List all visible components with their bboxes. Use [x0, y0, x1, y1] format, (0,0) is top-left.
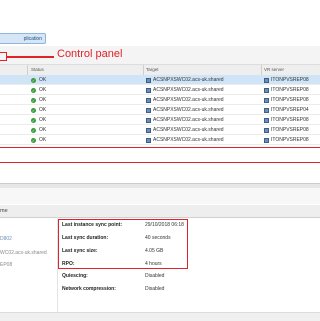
target-text[interactable]: ACSNPXSWC02.acs-uk.shared [153, 127, 224, 133]
server-icon [264, 117, 269, 123]
table-row[interactable]: ✓ OK ACSNPXSWC02.acs-uk.shared ITONPVSREP08 [0, 135, 320, 145]
status-cell: ✓ OK [31, 87, 46, 93]
table-row[interactable]: ✓ OK ACSNPXSWC02.acs-uk.shared ITONPVSREP08 [0, 85, 320, 95]
target-text[interactable]: ACSNPXSWC02.acs-uk.shared [153, 97, 224, 103]
server-icon [146, 127, 151, 133]
status-text: OK [39, 77, 47, 83]
server-icon [264, 77, 269, 83]
table-row[interactable]: ✓ OK ACSNPXSWC02.acs-uk.shared ITONPVSREP04 [0, 105, 320, 115]
server-icon [264, 137, 269, 143]
target-cell: ACSNPXSWC02.acs-uk.shared [146, 87, 224, 93]
status-cell: ✓ OK [31, 107, 46, 113]
target-host: WC02.acs-uk.shared [0, 250, 47, 256]
table-row[interactable]: ✓ OK ACSNPXSWC02.acs-uk.shared ITONPVSREP08 [0, 95, 320, 105]
vm-name[interactable]: D802 [0, 236, 12, 242]
target-cell: ACSNPXSWC02.acs-uk.shared [146, 127, 224, 133]
vr-server-cell: ITONPVSREP08 [264, 97, 309, 103]
target-text[interactable]: ACSNPXSWC02.acs-uk.shared [153, 77, 224, 83]
server-icon [146, 77, 151, 83]
status-text: OK [39, 107, 47, 113]
vr-server-text[interactable]: ITONPVSREP04 [271, 107, 309, 113]
target-text[interactable]: ACSNPXSWC02.acs-uk.shared [153, 137, 224, 143]
details-title: me [0, 208, 8, 214]
column-header-vr-server[interactable]: VR server [264, 67, 284, 72]
vr-server: EP08 [0, 262, 13, 268]
ok-check-icon: ✓ [31, 117, 36, 123]
target-cell: ACSNPXSWC02.acs-uk.shared [146, 97, 224, 103]
target-text[interactable]: ACSNPXSWC02.acs-uk.shared [153, 107, 224, 113]
status-text: OK [39, 97, 47, 103]
column-divider[interactable] [143, 65, 144, 75]
replication-tab[interactable]: plication [0, 33, 46, 44]
property-label: Network compression: [62, 286, 116, 292]
status-cell: ✓ OK [31, 137, 46, 143]
server-icon [146, 107, 151, 113]
status-cell: ✓ OK [31, 117, 46, 123]
property-value: Disabled [145, 273, 165, 279]
vr-server-cell: ITONPVSREP04 [264, 107, 309, 113]
ok-check-icon: ✓ [31, 97, 36, 103]
highlight-box-sync-info [58, 219, 188, 269]
vr-server-text[interactable]: ITONPVSREP08 [271, 137, 309, 143]
property-value: Disabled [145, 286, 165, 292]
property-label: Quiescing: [62, 273, 88, 279]
vr-server-text[interactable]: ITONPVSREP08 [271, 97, 309, 103]
target-cell: ACSNPXSWC02.acs-uk.shared [146, 117, 224, 123]
server-icon [146, 117, 151, 123]
vr-server-text[interactable]: ITONPVSREP08 [271, 127, 309, 133]
status-cell: ✓ OK [31, 77, 46, 83]
control-panel-highlight [0, 52, 7, 61]
top-area [0, 0, 320, 30]
vr-server-text[interactable]: ITONPVSREP08 [271, 117, 309, 123]
replications-grid: Status Target VR server ✓ OK ACSNPXSWC02.a… [0, 65, 320, 182]
target-text[interactable]: ACSNPXSWC02.acs-uk.shared [153, 87, 224, 93]
table-row[interactable]: ✓ OK ACSNPXSWC02.acs-uk.shared ITONPVSREP08 [0, 125, 320, 135]
server-icon [264, 87, 269, 93]
vr-server-cell: ITONPVSREP08 [264, 137, 309, 143]
control-panel-annotation: Control panel [57, 48, 123, 60]
details-toolbar [0, 188, 320, 204]
details-header: me [0, 205, 320, 218]
table-row[interactable]: ✓ OK ACSNPXSWC02.acs-uk.shared ITONPVSREP08 [0, 75, 320, 85]
server-icon [146, 87, 151, 93]
vr-server-cell: ITONPVSREP08 [264, 127, 309, 133]
ok-check-icon: ✓ [31, 137, 36, 143]
target-cell: ACSNPXSWC02.acs-uk.shared [146, 137, 224, 143]
ok-check-icon: ✓ [31, 127, 36, 133]
control-panel-pointer [7, 56, 54, 58]
target-text[interactable]: ACSNPXSWC02.acs-uk.shared [153, 117, 224, 123]
vr-server-cell: ITONPVSREP08 [264, 87, 309, 93]
ok-check-icon: ✓ [31, 77, 36, 83]
table-row[interactable]: ✓ OK ACSNPXSWC02.acs-uk.shared ITONPVSREP08 [0, 115, 320, 125]
vr-server-text[interactable]: ITONPVSREP08 [271, 77, 309, 83]
server-icon [146, 97, 151, 103]
vr-server-text[interactable]: ITONPVSREP08 [271, 87, 309, 93]
status-cell: ✓ OK [31, 127, 46, 133]
ok-check-icon: ✓ [31, 87, 36, 93]
status-text: OK [39, 87, 47, 93]
vr-server-cell: ITONPVSREP08 [264, 77, 309, 83]
status-text: OK [39, 127, 47, 133]
status-cell: ✓ OK [31, 97, 46, 103]
status-text: OK [39, 137, 47, 143]
server-icon [146, 137, 151, 143]
column-header-status[interactable]: Status [31, 67, 44, 72]
target-cell: ACSNPXSWC02.acs-uk.shared [146, 77, 224, 83]
server-icon [264, 97, 269, 103]
column-divider[interactable] [27, 65, 28, 75]
column-divider[interactable] [261, 65, 262, 75]
target-cell: ACSNPXSWC02.acs-uk.shared [146, 107, 224, 113]
column-header-target[interactable]: Target [146, 67, 159, 72]
server-icon [264, 127, 269, 133]
server-icon [264, 107, 269, 113]
highlight-box-rows [0, 147, 320, 163]
status-text: OK [39, 117, 47, 123]
ok-check-icon: ✓ [31, 107, 36, 113]
vr-server-cell: ITONPVSREP08 [264, 117, 309, 123]
